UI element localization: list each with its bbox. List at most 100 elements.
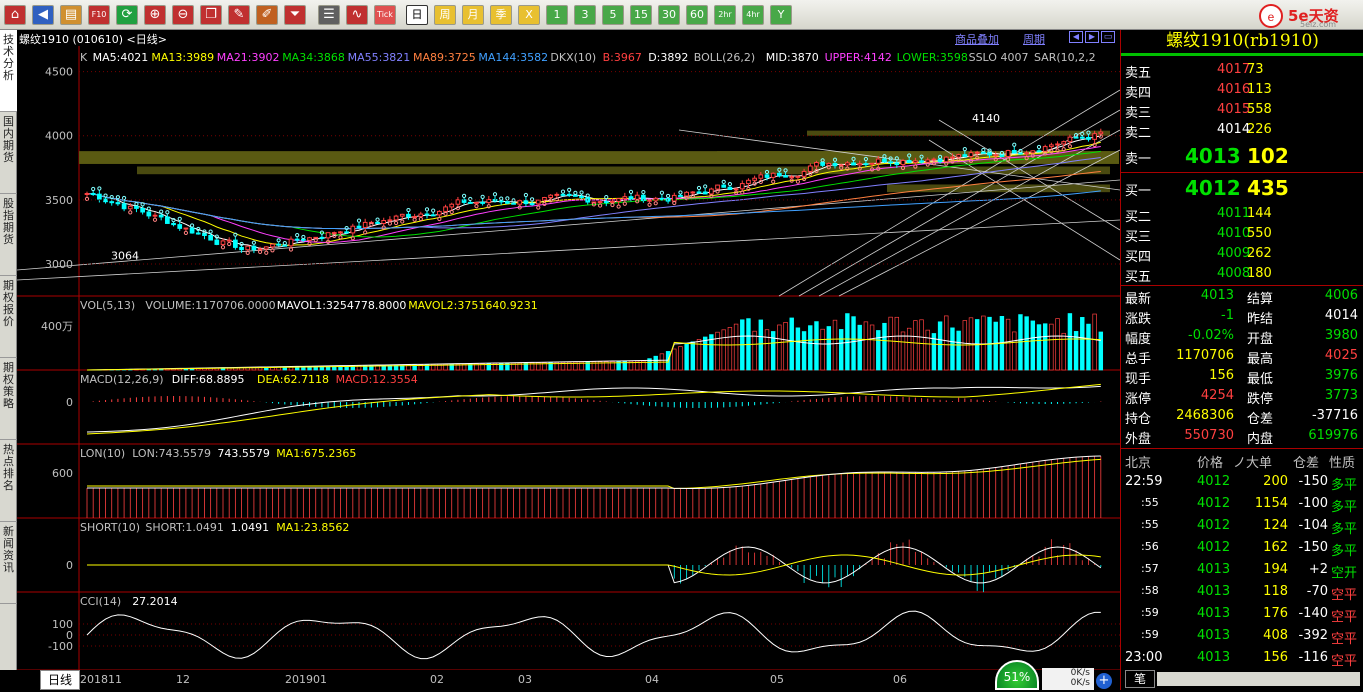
candle-body	[462, 200, 466, 203]
side-tab-1[interactable]: 国内期货	[0, 112, 17, 194]
tick-price: 4012	[1197, 474, 1230, 489]
funnel-icon[interactable]: ⏷	[284, 5, 306, 25]
vol_legend-item: VOL(5,13)	[80, 299, 135, 312]
candle-body	[215, 240, 219, 244]
stat-label: 涨停	[1125, 388, 1151, 407]
volume-bar	[944, 316, 948, 370]
candle-body	[957, 155, 961, 157]
cci-tick: -100	[48, 640, 73, 653]
windows-icon[interactable]: ❐	[200, 5, 222, 25]
period-button-12[interactable]: 4hr	[742, 5, 764, 25]
f10-icon[interactable]: F10	[88, 5, 110, 25]
scroll-right-icon[interactable]: ▶	[1085, 31, 1099, 43]
side-tab-0[interactable]: 技术分析	[0, 30, 17, 112]
volume-bar	[827, 327, 831, 370]
plus-icon[interactable]: +	[1096, 673, 1112, 689]
volume-bar	[703, 337, 707, 370]
tick-row: :554012124-104多平	[1121, 516, 1363, 536]
stat-value: 156	[1209, 368, 1234, 383]
stat-row: 现手156最低3976	[1121, 366, 1363, 386]
tick-tab[interactable]: 笔	[1125, 670, 1155, 688]
period-button-1[interactable]: 周	[434, 5, 456, 25]
book-icon[interactable]: ▤	[60, 5, 82, 25]
ask-volume: 113	[1247, 82, 1272, 97]
candle-body	[438, 211, 442, 214]
candle-body	[234, 240, 238, 247]
pen-icon[interactable]: ✐	[256, 5, 278, 25]
ask-price: 4014	[1217, 122, 1250, 137]
back-icon[interactable]: ◀	[32, 5, 54, 25]
stat-value: 1170706	[1176, 348, 1234, 363]
candle-body	[759, 175, 763, 178]
tick-price: 4012	[1197, 540, 1230, 555]
kline-chart[interactable]: 450040003500300030644140400万060001000-10…	[17, 30, 1120, 670]
period-button-10[interactable]: 60	[686, 5, 708, 25]
candle-body	[876, 159, 880, 163]
period-button-13[interactable]: Y	[770, 5, 792, 25]
tick-price: 4012	[1197, 496, 1230, 511]
period-button-7[interactable]: 5	[602, 5, 624, 25]
overlay-link[interactable]: 商品叠加	[955, 31, 999, 47]
side-tab-2[interactable]: 股指期货	[0, 194, 17, 276]
side-tab-4[interactable]: 期权策略	[0, 358, 17, 440]
candle-body	[1099, 132, 1103, 134]
main_legend-item: SAR(10,2,2	[1034, 51, 1096, 64]
period-button-4[interactable]: Ⅹ	[518, 5, 540, 25]
volume-bar	[722, 330, 726, 370]
tick-header-nature: 性质	[1329, 452, 1355, 471]
side-tab-5[interactable]: 热点排名	[0, 440, 17, 522]
candle-body	[574, 195, 578, 196]
ask-row: 卖四4016113	[1121, 80, 1363, 100]
candle-body	[135, 206, 139, 208]
main_legend-item: LOWER:3598	[897, 51, 968, 64]
candle-body	[951, 157, 955, 158]
period-button-9[interactable]: 30	[658, 5, 680, 25]
candle-body	[468, 202, 472, 203]
tick-icon[interactable]: Tick	[374, 5, 396, 25]
line-chart-icon[interactable]: ∿	[346, 5, 368, 25]
zoom-out-icon[interactable]: ⊖	[172, 5, 194, 25]
chart-title-bar: 螺纹1910 (010610) <日线> 商品叠加 周期 ◀ ▶ ▭	[17, 30, 1120, 46]
period-button-11[interactable]: 2hr	[714, 5, 736, 25]
period-tab[interactable]: 日线	[40, 670, 80, 690]
stat-value: -37716	[1312, 408, 1358, 423]
tick-tab-scroll[interactable]	[1157, 672, 1360, 686]
candle-body	[944, 157, 948, 162]
candle-body	[98, 194, 102, 199]
volume-bar	[1080, 317, 1084, 370]
period-button-0[interactable]: 日	[406, 5, 428, 25]
zoom-in-icon[interactable]: ⊕	[144, 5, 166, 25]
bid1-label: 买一	[1125, 180, 1151, 199]
main_legend-item: MA5:4021	[93, 51, 149, 64]
candle-body	[444, 207, 448, 212]
x-label: 201901	[285, 673, 327, 686]
period-button-2[interactable]: 月	[462, 5, 484, 25]
tick-volume: 408	[1263, 628, 1288, 643]
period-button-5[interactable]: 1	[546, 5, 568, 25]
stat-row: 涨跌-1昨结4014	[1121, 306, 1363, 326]
side-tab-3[interactable]: 期权报价	[0, 276, 17, 358]
period-button-6[interactable]: 3	[574, 5, 596, 25]
ask-label: 卖三	[1125, 102, 1151, 121]
candle-body	[660, 198, 664, 199]
tick-price: 4013	[1197, 628, 1230, 643]
candle-body	[363, 222, 367, 227]
period-button-3[interactable]: 季	[490, 5, 512, 25]
refresh-icon[interactable]: ⟳	[116, 5, 138, 25]
candle-body	[240, 247, 244, 249]
tick-time: :55	[1141, 518, 1159, 531]
draw-icon[interactable]: ✎	[228, 5, 250, 25]
side-tab-6[interactable]: 新闻资讯	[0, 522, 17, 604]
period-button-8[interactable]: 15	[630, 5, 652, 25]
candle-body	[388, 220, 392, 221]
home-icon[interactable]: ⌂	[4, 5, 26, 25]
stat-value: 3773	[1325, 388, 1358, 403]
minimize-icon[interactable]: ▭	[1101, 31, 1115, 43]
period-link[interactable]: 周期	[1023, 31, 1045, 47]
volume-bar	[765, 330, 769, 370]
list-icon[interactable]: ☰	[318, 5, 340, 25]
candle-body	[598, 202, 602, 203]
stat-label: 外盘	[1125, 428, 1151, 447]
scroll-left-icon[interactable]: ◀	[1069, 31, 1083, 43]
candle-body	[394, 216, 398, 220]
